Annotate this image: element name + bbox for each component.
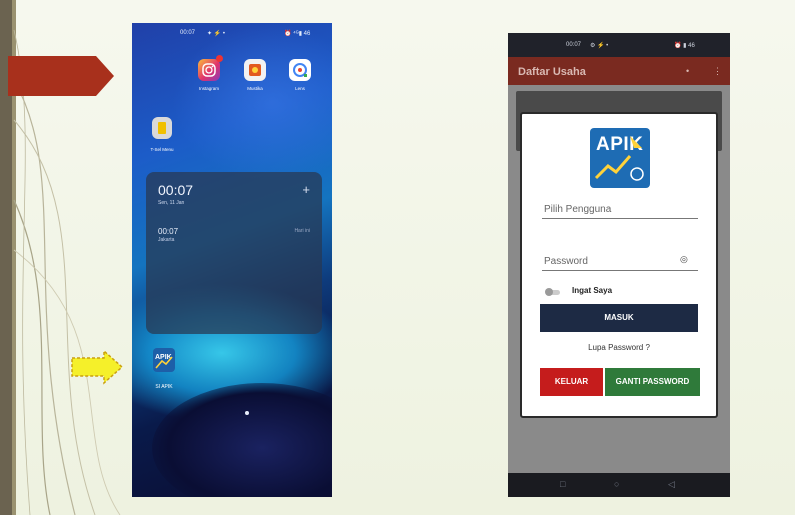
user-select-label: Pilih Pengguna bbox=[544, 204, 612, 215]
clock-widget[interactable]: 00:07 Sen, 11 Jan + 00:07 Jakarta Hari i… bbox=[146, 172, 322, 334]
home-screen-phone: 00:07 ✦ ⚡ • ⏰ ⁴ᴳ▮ 46 Instagram Mustika L… bbox=[132, 23, 332, 497]
password-input[interactable] bbox=[542, 270, 698, 271]
apik-app-icon[interactable]: APIK bbox=[153, 348, 175, 372]
remember-me-label: Ingat Saya bbox=[572, 286, 613, 295]
app-bar-title: Daftar Usaha bbox=[518, 66, 586, 78]
status-indicators-right: ⏰ ▮ 46 bbox=[674, 43, 695, 49]
mustika-icon[interactable] bbox=[244, 59, 266, 81]
notification-badge bbox=[216, 55, 223, 62]
red-arrow-icon bbox=[8, 56, 114, 96]
apik-logo: APIK bbox=[590, 128, 650, 188]
status-bar: 00:07 ⚙ ⚡ • ⏰ ▮ 46 bbox=[508, 33, 730, 57]
user-select-field[interactable] bbox=[542, 218, 698, 219]
instagram-icon[interactable] bbox=[198, 59, 220, 81]
world-clock-time: 00:07 bbox=[158, 227, 179, 236]
lens-icon[interactable] bbox=[289, 59, 311, 81]
home-icon[interactable]: ○ bbox=[614, 479, 619, 489]
more-menu-icon[interactable]: ⋮ bbox=[713, 66, 722, 77]
add-clock-button[interactable]: + bbox=[302, 182, 310, 197]
remember-me-toggle[interactable] bbox=[545, 288, 560, 296]
yellow-dashed-arrow-icon bbox=[71, 349, 124, 385]
show-password-icon[interactable]: ◎ bbox=[680, 254, 688, 265]
status-time: 00:07 bbox=[566, 42, 582, 48]
refresh-icon[interactable]: • bbox=[686, 66, 689, 76]
login-button[interactable]: MASUK bbox=[540, 304, 698, 332]
status-time: 00:07 bbox=[180, 30, 196, 36]
app-label-tsel: T-Sel Menu bbox=[150, 147, 174, 152]
login-dialog: APIK Pilih Pengguna Password ◎ Ingat Say… bbox=[520, 112, 718, 418]
app-bar: Daftar Usaha • ⋮ bbox=[508, 57, 730, 85]
app-label-instagram: Instagram bbox=[198, 86, 219, 91]
clock-date: Sen, 11 Jan bbox=[158, 200, 185, 206]
tsel-menu-icon[interactable] bbox=[152, 117, 172, 139]
android-nav-bar: □ ○ ◁ bbox=[508, 473, 730, 497]
status-indicators-right: ⏰ ⁴ᴳ▮ 46 bbox=[284, 31, 311, 37]
app-label-lens: Lens bbox=[295, 86, 305, 91]
password-label: Password bbox=[544, 256, 588, 267]
world-clock-city: Jakarta bbox=[158, 237, 175, 243]
back-icon[interactable]: ◁ bbox=[668, 479, 675, 490]
clock-time: 00:07 bbox=[158, 182, 194, 198]
recent-apps-icon[interactable]: □ bbox=[560, 479, 565, 489]
presentation-slide: 00:07 ✦ ⚡ • ⏰ ⁴ᴳ▮ 46 Instagram Mustika L… bbox=[0, 0, 795, 515]
app-label-mustika: Mustika bbox=[247, 86, 263, 91]
change-password-button[interactable]: GANTI PASSWORD bbox=[605, 368, 700, 396]
forgot-password-link[interactable]: Lupa Password ? bbox=[522, 343, 716, 352]
status-indicators-left: ⚙ ⚡ • bbox=[590, 43, 609, 49]
exit-button[interactable]: KELUAR bbox=[540, 368, 603, 396]
page-indicator-dot bbox=[245, 411, 249, 415]
world-clock-note: Hari ini bbox=[294, 228, 310, 234]
app-label-apik: SI APIK bbox=[155, 384, 173, 390]
status-indicators-left: ✦ ⚡ • bbox=[207, 31, 225, 37]
